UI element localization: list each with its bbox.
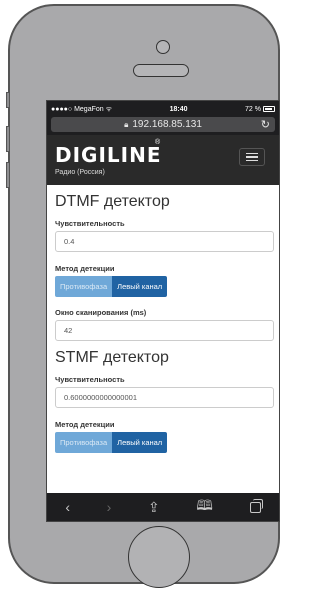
clock: 18:40 [169, 105, 188, 113]
stmf-method-toggle: Противофаза Левый канал [55, 432, 273, 453]
dtmf-method-toggle: Противофаза Левый канал [55, 276, 273, 297]
stmf-method-label: Метод детекции [55, 420, 115, 429]
url-bar: 🔒︎ 192.168.85.131 ↻ [47, 117, 279, 135]
dtmf-title: DTMF детектор [55, 193, 170, 210]
stmf-sensitivity-input[interactable]: 0.6000000000000001 [55, 387, 274, 408]
camera-icon [156, 40, 170, 54]
dtmf-scan-window-input[interactable]: 42 [55, 320, 274, 341]
url-text: 192.168.85.131 [132, 119, 202, 130]
bookmarks-icon[interactable]: 🕮︎ [196, 495, 213, 519]
lock-icon: 🔒︎ [124, 119, 129, 129]
hamburger-icon [246, 152, 258, 155]
volume-up-button[interactable] [6, 126, 10, 152]
home-button[interactable] [128, 526, 190, 588]
stmf-title: STMF детектор [55, 349, 169, 366]
status-bar: ●●●●○ MegaFon ᯤ 18:40 72 % [47, 101, 279, 117]
browser-toolbar: ‹ › ⇪ 🕮︎ [47, 493, 279, 521]
stmf-sensitivity-label: Чувствительность [55, 375, 125, 384]
reload-icon[interactable]: ↻ [261, 118, 270, 131]
battery-percent: 72 % [245, 105, 261, 113]
mute-switch[interactable] [6, 92, 10, 108]
battery-icon [262, 106, 275, 112]
stmf-antiphase-button[interactable]: Противофаза [55, 432, 113, 453]
carrier-label: ●●●●○ MegaFon [51, 105, 104, 113]
stmf-left-channel-button[interactable]: Левый канал [112, 432, 168, 453]
menu-toggle-button[interactable] [239, 148, 265, 166]
dtmf-sensitivity-label: Чувствительность [55, 219, 125, 228]
main-content: DTMF детектор Чувствительность 0.4 Метод… [47, 185, 279, 453]
brand-subtitle: Радио (Россия) [55, 169, 105, 176]
wifi-icon: ᯤ [105, 105, 113, 113]
dtmf-scan-window-label: Окно сканирования (ms) [55, 308, 147, 317]
dtmf-left-channel-button[interactable]: Левый канал [112, 276, 168, 297]
speaker-grille [133, 64, 189, 77]
screen: ●●●●○ MegaFon ᯤ 18:40 72 % 🔒︎ 192.168.85… [46, 100, 280, 522]
forward-icon[interactable]: › [107, 499, 112, 515]
share-icon[interactable]: ⇪ [148, 499, 160, 516]
back-icon[interactable]: ‹ [65, 499, 70, 515]
dtmf-method-label: Метод детекции [55, 264, 115, 273]
phone-frame: ●●●●○ MegaFon ᯤ 18:40 72 % 🔒︎ 192.168.85… [8, 4, 280, 588]
brand-logo[interactable]: DIGILINE [55, 143, 162, 167]
volume-down-button[interactable] [6, 162, 10, 188]
hamburger-icon-line [246, 156, 258, 158]
site-navbar: DIGILINE ® Радио (Россия) [47, 135, 279, 185]
tabs-icon[interactable] [249, 498, 263, 513]
registered-mark: ® [155, 139, 161, 146]
address-field[interactable]: 🔒︎ 192.168.85.131 ↻ [51, 117, 275, 132]
hamburger-icon-line [246, 159, 258, 162]
dtmf-antiphase-button[interactable]: Противофаза [55, 276, 113, 297]
dtmf-sensitivity-input[interactable]: 0.4 [55, 231, 274, 252]
